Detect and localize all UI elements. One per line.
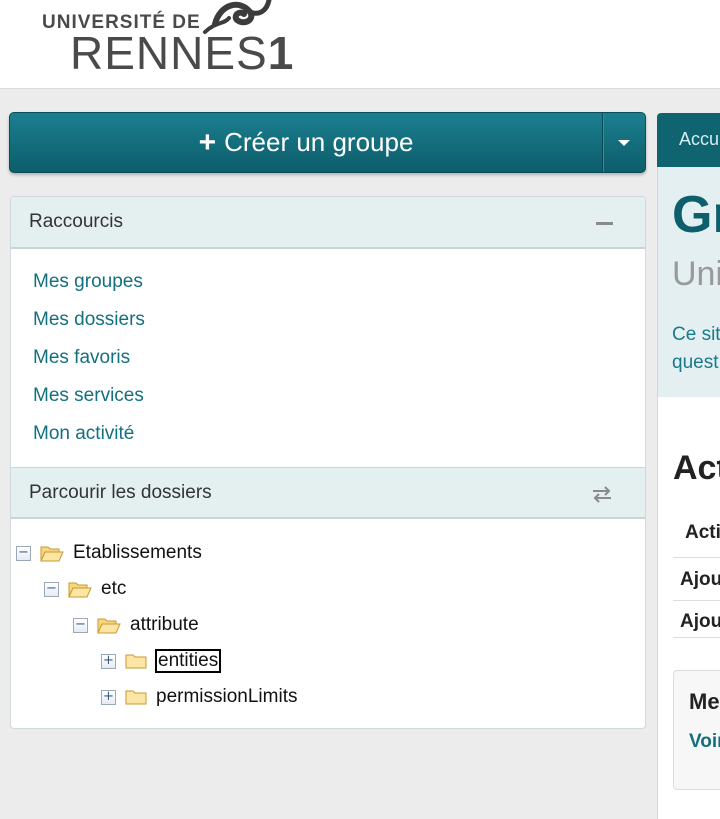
tree-label[interactable]: permissionLimits <box>155 686 298 708</box>
tree-label[interactable]: attribute <box>129 614 200 636</box>
tree-node-attribute[interactable]: − attribute <box>73 607 200 643</box>
tree-label[interactable]: etc <box>100 578 127 600</box>
shortcut-my-services[interactable]: Mes services <box>33 377 145 415</box>
info-box-link[interactable]: Voir <box>689 731 720 753</box>
tab-home[interactable]: Accu <box>657 113 720 167</box>
hero-description: Ce sit quest <box>672 324 720 373</box>
left-panel: Raccourcis Mes groupes Mes dossiers Mes … <box>10 196 646 729</box>
info-box-title: Me <box>689 689 720 714</box>
hero-title: Gr <box>672 186 720 244</box>
folder-icon <box>125 690 147 705</box>
shortcut-my-favorites[interactable]: Mes favoris <box>33 339 145 377</box>
ermine-logo-icon <box>203 0 272 34</box>
collapse-node-icon[interactable]: − <box>16 545 31 561</box>
tab-home-label: Accu <box>679 129 720 149</box>
open-folder-icon <box>68 582 92 598</box>
collapse-node-icon[interactable]: − <box>44 581 59 597</box>
university-logo[interactable]: UNIVERSITÉ DE RENNES1 <box>40 0 300 80</box>
divider <box>673 600 720 601</box>
shortcut-my-activity[interactable]: Mon activité <box>33 415 145 453</box>
expand-node-icon[interactable]: + <box>101 653 116 669</box>
main-content: Act Acti Ajou Ajou Me Voir <box>657 397 720 819</box>
open-folder-icon <box>40 546 64 562</box>
activity-title: Act <box>673 449 720 487</box>
divider <box>673 557 720 558</box>
browse-folders-header: Parcourir les dossiers <box>11 467 645 519</box>
shortcut-my-groups[interactable]: Mes groupes <box>33 263 145 301</box>
shortcuts-header: Raccourcis <box>11 197 645 249</box>
tree-node-etc[interactable]: − etc <box>44 571 127 607</box>
activity-column-header: Acti <box>685 522 720 543</box>
browse-folders-title: Parcourir les dossiers <box>29 481 212 503</box>
shortcuts-list: Mes groupes Mes dossiers Mes favoris Mes… <box>33 263 145 453</box>
shortcut-my-folders[interactable]: Mes dossiers <box>33 301 145 339</box>
create-group-button-group: + Créer un groupe <box>9 112 646 173</box>
tree-label[interactable]: Etablissements <box>72 542 203 564</box>
folder-icon <box>125 654 147 669</box>
collapse-icon[interactable] <box>596 222 613 225</box>
expand-node-icon[interactable]: + <box>101 689 116 705</box>
collapse-node-icon[interactable]: − <box>73 617 88 633</box>
create-group-label: Créer un groupe <box>224 127 414 157</box>
site-header: UNIVERSITÉ DE RENNES1 <box>0 0 720 89</box>
tree-node-entities[interactable]: + entities <box>101 643 222 679</box>
swap-arrows-icon[interactable] <box>591 485 613 503</box>
hero-panel: Gr Uni Ce sit quest <box>657 167 720 397</box>
create-group-button[interactable]: + Créer un groupe <box>10 113 602 172</box>
hero-subtitle: Uni <box>672 255 720 293</box>
create-group-dropdown-toggle[interactable] <box>602 113 645 172</box>
info-box: Me Voir <box>673 670 720 790</box>
activity-row: Ajou <box>680 611 720 632</box>
plus-icon: + <box>198 125 217 159</box>
activity-row: Ajou <box>680 569 720 590</box>
divider <box>673 637 720 638</box>
tree-label-selected[interactable]: entities <box>155 649 222 673</box>
caret-down-icon <box>618 139 630 146</box>
tree-node-etablissements[interactable]: − Etablissements <box>16 535 203 571</box>
open-folder-icon <box>97 618 121 634</box>
tree-node-permissionlimits[interactable]: + permissionLimits <box>101 679 298 715</box>
shortcuts-title: Raccourcis <box>29 211 123 232</box>
